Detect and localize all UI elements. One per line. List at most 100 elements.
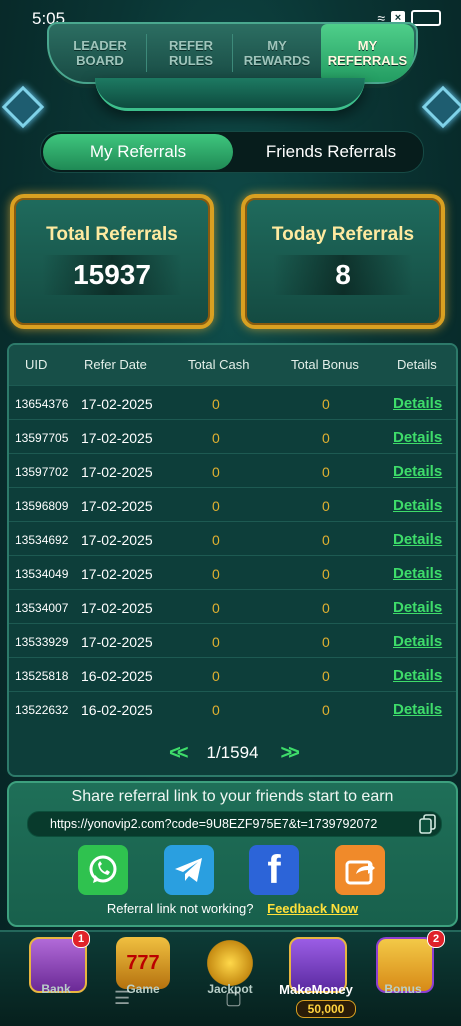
diamond-ornament-left [1,85,45,129]
table-row: 13597702 17-02-2025 0 0 Details [9,453,456,488]
cell-total-bonus: 0 [322,566,330,582]
cell-total-bonus: 0 [322,532,330,548]
today-referrals-value: 8 [273,255,413,295]
bank-badge: 1 [72,930,90,948]
cell-uid: 13597702 [15,465,69,479]
cell-uid: 13534692 [15,533,69,547]
prev-page-button[interactable]: << [169,742,188,765]
cell-refer-date: 17-02-2025 [81,600,153,616]
link-help-row: Referral link not working? Feedback Now [9,901,456,916]
cell-uid: 13654376 [15,397,69,411]
nav-bank[interactable]: 1 Bank [16,930,96,1026]
table-row: 13654376 17-02-2025 0 0 Details [9,385,456,420]
header-details: Details [397,357,437,372]
cell-uid: 13525818 [15,669,69,683]
tab-label: BOARD [76,53,124,68]
total-referrals-card: Total Referrals 15937 [10,194,214,329]
facebook-icon[interactable]: f [249,845,299,895]
share-panel: Share referral link to your friends star… [7,781,458,927]
cell-total-cash: 0 [212,600,220,616]
nav-jackpot[interactable]: Jackpot [190,932,270,1026]
details-link[interactable]: Details [393,633,442,650]
cell-refer-date: 16-02-2025 [81,668,153,684]
total-referrals-value: 15937 [42,255,182,295]
details-link[interactable]: Details [393,463,442,480]
total-referrals-label: Total Referrals [46,224,178,245]
table-row: 13596809 17-02-2025 0 0 Details [9,487,456,522]
details-link[interactable]: Details [393,497,442,514]
details-link[interactable]: Details [393,701,442,718]
cell-total-bonus: 0 [322,668,330,684]
system-home-icon[interactable]: ▢ [225,988,242,1009]
cell-total-cash: 0 [212,566,220,582]
link-not-working-text: Referral link not working? [106,901,254,916]
nav-game[interactable]: 777 Game [103,932,183,1026]
nav-label: Bank [41,982,71,996]
tab-my-rewards[interactable]: MY REWARDS [233,24,321,82]
diamond-ornament-right [421,85,461,129]
cell-refer-date: 17-02-2025 [81,396,153,412]
details-link[interactable]: Details [393,531,442,548]
tab-leader-board[interactable]: LEADER BOARD [57,24,143,82]
cell-uid: 13534049 [15,567,69,581]
today-referrals-card: Today Referrals 8 [241,194,445,329]
copy-icon[interactable] [419,814,437,834]
cell-total-bonus: 0 [322,396,330,412]
header-uid: UID [25,357,48,372]
details-link[interactable]: Details [393,599,442,616]
cell-refer-date: 17-02-2025 [81,634,153,650]
header-total-cash: Total Cash [188,357,250,372]
cell-uid: 13596809 [15,499,69,513]
whatsapp-icon[interactable] [78,845,128,895]
nav-bonus[interactable]: 2 Bonus [363,930,445,1026]
cell-refer-date: 17-02-2025 [81,532,153,548]
tab-my-referrals[interactable]: MY REFERRALS [321,24,414,82]
cell-refer-date: 17-02-2025 [81,498,153,514]
cell-refer-date: 17-02-2025 [81,566,153,582]
my-referrals-toggle[interactable]: My Referrals [43,134,233,170]
details-link[interactable]: Details [393,667,442,684]
cell-refer-date: 17-02-2025 [81,430,153,446]
table-row: 13534007 17-02-2025 0 0 Details [9,589,456,624]
cell-refer-date: 16-02-2025 [81,702,153,718]
cell-uid: 13597705 [15,431,69,445]
cell-total-cash: 0 [212,396,220,412]
cell-refer-date: 17-02-2025 [81,464,153,480]
next-page-button[interactable]: >> [281,742,300,765]
friends-referrals-toggle[interactable]: Friends Referrals [241,134,421,170]
nav-label: MakeMoney [279,982,353,997]
feedback-now-link[interactable]: Feedback Now [267,901,358,916]
table-row: 13533929 17-02-2025 0 0 Details [9,623,456,658]
today-referrals-label: Today Referrals [271,224,415,245]
details-link[interactable]: Details [393,395,442,412]
tab-label: LEADER [73,38,127,53]
table-header: UID Refer Date Total Cash Total Bonus De… [9,345,456,385]
details-link[interactable]: Details [393,429,442,446]
battery-icon [411,10,441,26]
cell-total-cash: 0 [212,430,220,446]
pagination: << 1/1594 >> [9,741,456,765]
cell-total-cash: 0 [212,464,220,480]
header-refer-date: Refer Date [84,357,147,372]
table-row: 13597705 17-02-2025 0 0 Details [9,419,456,454]
referral-link-text: https://yonovip2.com?code=9U8EZF975E7&t=… [50,817,378,831]
header-ornament [95,78,365,111]
details-link[interactable]: Details [393,565,442,582]
tab-refer-rules[interactable]: REFER RULES [147,24,235,82]
referral-switch: My Referrals Friends Referrals [40,131,424,173]
referrals-table: UID Refer Date Total Cash Total Bonus De… [7,343,458,777]
cell-total-bonus: 0 [322,634,330,650]
header-total-bonus: Total Bonus [291,357,359,372]
telegram-icon[interactable] [164,845,214,895]
bonus-badge: 2 [427,930,445,948]
tab-label: REWARDS [243,53,311,68]
tab-label: REFERRALS [327,53,408,68]
cell-total-bonus: 0 [322,600,330,616]
top-tab-bar: LEADER BOARD REFER RULES MY REWARDS MY REFER… [47,22,418,84]
referral-link-field[interactable]: https://yonovip2.com?code=9U8EZF975E7&t=… [27,811,442,837]
cell-total-cash: 0 [212,532,220,548]
share-icon[interactable] [335,845,385,895]
system-menu-icon[interactable]: ☰ [114,988,130,1009]
cell-total-cash: 0 [212,668,220,684]
tab-label: MY [357,38,378,53]
